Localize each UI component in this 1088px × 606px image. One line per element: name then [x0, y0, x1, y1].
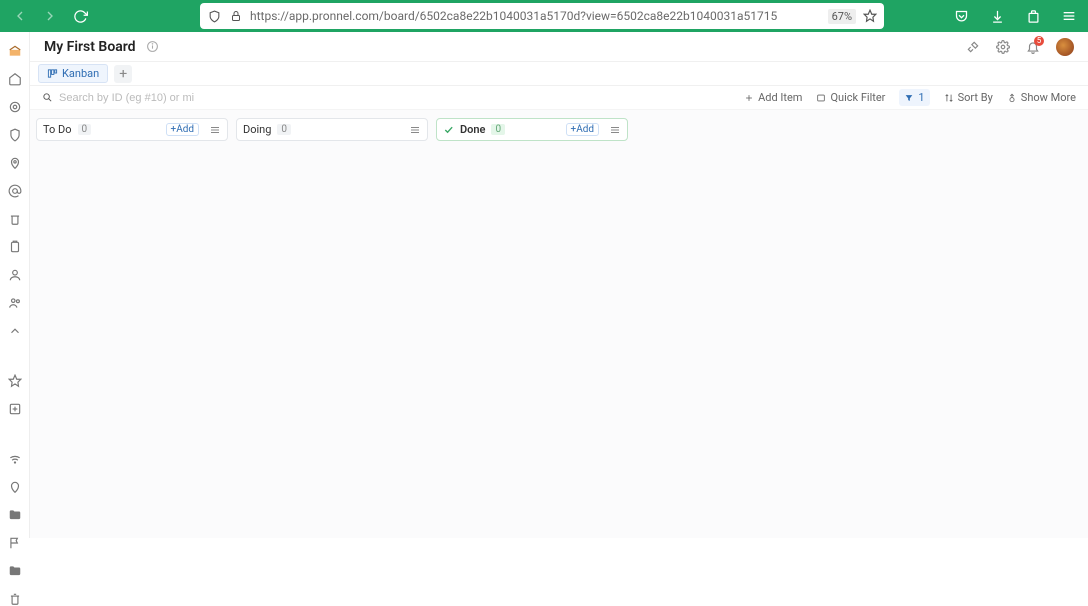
extensions-icon[interactable]: [1024, 7, 1042, 25]
trash-nav-icon[interactable]: [7, 212, 23, 226]
app-frame: My First Board 5 Kanban +: [0, 32, 1088, 538]
folder-nav-icon[interactable]: [7, 508, 23, 522]
quick-filter-label: Quick Filter: [830, 91, 885, 104]
app-main: My First Board 5 Kanban +: [30, 32, 1088, 538]
column-count: 0: [277, 124, 291, 135]
wifi-nav-icon[interactable]: [7, 452, 23, 466]
browser-right-icons: [952, 7, 1078, 25]
add-item-label: Add Item: [758, 91, 802, 104]
add-item-button[interactable]: Add Item: [744, 91, 802, 104]
column-menu-icon[interactable]: [609, 124, 621, 136]
chevron-up-icon[interactable]: [7, 324, 23, 338]
column-name: Doing: [243, 123, 271, 136]
column-count: 0: [491, 124, 505, 135]
pocket-icon[interactable]: [952, 7, 970, 25]
forward-button[interactable]: [40, 6, 60, 26]
app-menu-icon[interactable]: [1060, 7, 1078, 25]
delete-nav-icon[interactable]: [7, 592, 23, 606]
column-menu-icon[interactable]: [209, 124, 221, 136]
filter-count: 1: [918, 91, 924, 104]
column-menu-icon[interactable]: [409, 124, 421, 136]
tools-icon[interactable]: [966, 40, 980, 54]
column-name: Done: [460, 123, 485, 136]
sort-by-button[interactable]: Sort By: [944, 91, 993, 104]
tab-label: Kanban: [62, 67, 99, 80]
target-icon[interactable]: [7, 100, 23, 114]
tab-kanban[interactable]: Kanban: [38, 64, 108, 83]
lock-icon: [228, 8, 244, 24]
downloads-icon[interactable]: [988, 7, 1006, 25]
board-header: My First Board 5: [30, 32, 1088, 62]
user-avatar[interactable]: [1056, 38, 1074, 56]
flag-nav-icon[interactable]: [7, 536, 23, 550]
users-nav-icon[interactable]: [7, 296, 23, 310]
browser-chrome: https://app.pronnel.com/board/6502ca8e22…: [0, 0, 1088, 32]
settings-icon[interactable]: [996, 40, 1010, 54]
column-header: Done 0 +Add: [437, 119, 627, 140]
view-tabs: Kanban +: [30, 62, 1088, 86]
clipboard-nav-icon[interactable]: [7, 240, 23, 254]
sort-by-label: Sort By: [958, 91, 993, 104]
url-bar[interactable]: https://app.pronnel.com/board/6502ca8e22…: [200, 3, 884, 29]
kanban-column: Done 0 +Add: [436, 118, 628, 141]
info-icon[interactable]: [146, 40, 159, 53]
shield-icon: [206, 8, 222, 24]
user-nav-icon[interactable]: [7, 268, 23, 282]
url-text: https://app.pronnel.com/board/6502ca8e22…: [250, 9, 822, 23]
at-icon[interactable]: [7, 184, 23, 198]
plus-box-icon[interactable]: [7, 402, 23, 416]
quick-filter-button[interactable]: Quick Filter: [816, 91, 885, 104]
column-header: To Do 0 +Add: [37, 119, 227, 140]
shield-nav-icon[interactable]: [7, 128, 23, 142]
zoom-indicator[interactable]: 67%: [828, 9, 856, 24]
column-name: To Do: [43, 123, 72, 136]
show-more-label: Show More: [1021, 91, 1076, 104]
board-title: My First Board: [44, 39, 136, 55]
kanban-column: Doing 0: [236, 118, 428, 141]
back-button[interactable]: [10, 6, 30, 26]
reload-button[interactable]: [70, 6, 90, 26]
search-wrap: [42, 92, 219, 104]
pin-nav-icon[interactable]: [7, 480, 23, 494]
column-header: Doing 0: [237, 119, 427, 140]
notifications-icon[interactable]: 5: [1026, 40, 1040, 54]
board-toolbar: Add Item Quick Filter 1 Sort By Show Mor…: [30, 86, 1088, 110]
search-input[interactable]: [59, 92, 219, 104]
app-sidebar: [0, 32, 30, 538]
column-add-button[interactable]: +Add: [166, 123, 199, 136]
search-icon: [42, 92, 53, 103]
location-nav-icon[interactable]: [7, 156, 23, 170]
app-logo[interactable]: [6, 44, 24, 58]
add-view-button[interactable]: +: [114, 65, 132, 83]
column-add-button[interactable]: +Add: [566, 123, 599, 136]
bookmark-star-icon[interactable]: [862, 8, 878, 24]
filter-button[interactable]: 1: [899, 89, 929, 106]
star-nav-icon[interactable]: [7, 374, 23, 388]
folder2-nav-icon[interactable]: [7, 564, 23, 578]
check-icon: [443, 124, 454, 135]
kanban-column: To Do 0 +Add: [36, 118, 228, 141]
kanban-board: To Do 0 +Add Doing 0 Done 0 +Add: [30, 110, 1088, 538]
notification-badge: 5: [1034, 36, 1044, 46]
show-more-button[interactable]: Show More: [1007, 91, 1076, 104]
column-count: 0: [78, 124, 92, 135]
home-icon[interactable]: [7, 72, 23, 86]
